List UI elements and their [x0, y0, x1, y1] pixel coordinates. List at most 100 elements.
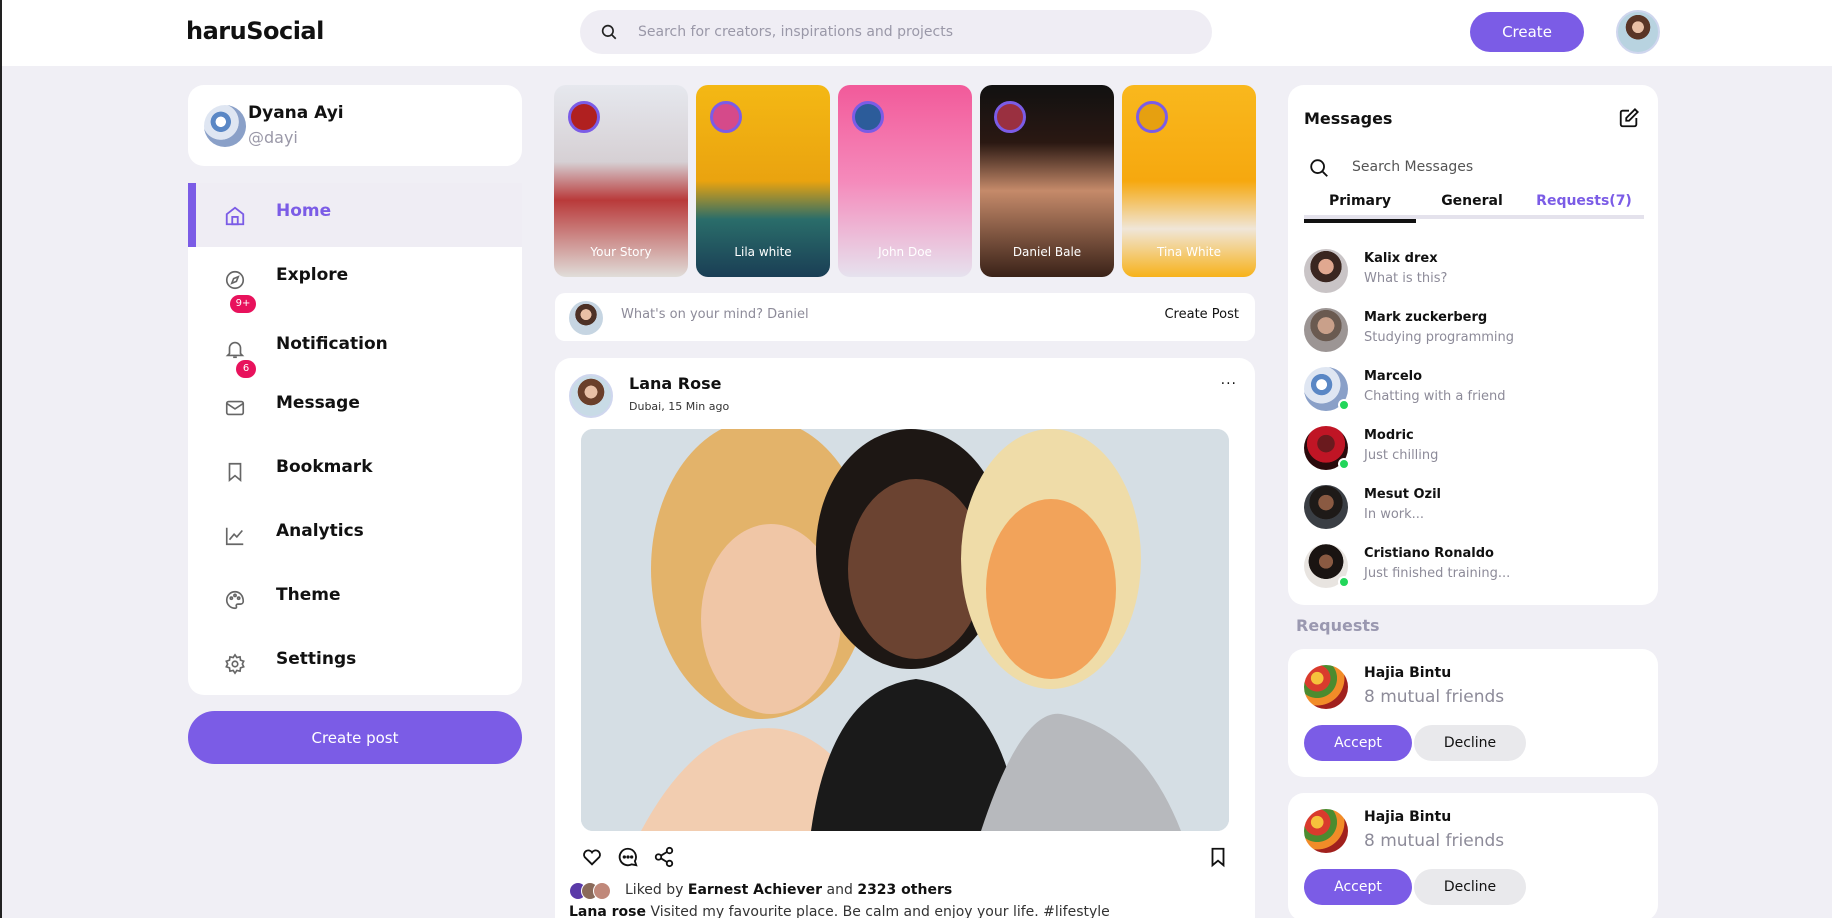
- global-search[interactable]: [580, 10, 1212, 54]
- story-name: Lila white: [734, 245, 792, 259]
- story-name: Tina White: [1157, 245, 1221, 259]
- story-avatar: [710, 101, 742, 133]
- edit-icon[interactable]: [1618, 107, 1640, 129]
- post-composer: Create Post: [555, 293, 1255, 341]
- post-author-avatar[interactable]: [569, 374, 613, 418]
- online-indicator: [1338, 399, 1350, 411]
- sidebar-item-label: Theme: [276, 585, 341, 605]
- sidebar-item-label: Message: [276, 393, 360, 413]
- global-search-input[interactable]: [638, 20, 1178, 44]
- story-name: Your Story: [590, 245, 652, 259]
- sidebar-menu: Home Explore 9+ Notification 6 Message B…: [188, 183, 522, 695]
- story-name: Daniel Bale: [1012, 245, 1082, 259]
- story-avatar: [568, 101, 600, 133]
- mail-icon: [225, 400, 245, 416]
- message-item[interactable]: Marcelo Chatting with a friend: [1304, 367, 1644, 413]
- more-options-icon[interactable]: ...: [1221, 372, 1237, 388]
- message-preview: Studying programming: [1364, 330, 1515, 345]
- liker-avatar: [593, 882, 611, 900]
- app-logo[interactable]: haruSocial: [186, 17, 324, 45]
- bookmark-icon[interactable]: [1207, 846, 1231, 870]
- sidebar-item-analytics[interactable]: Analytics: [188, 503, 522, 567]
- composer-input[interactable]: [621, 307, 1041, 322]
- requests-heading: Requests: [1296, 616, 1380, 635]
- story-card[interactable]: Daniel Bale: [980, 85, 1114, 277]
- messages-tabs: Primary General Requests(7): [1304, 193, 1644, 223]
- search-icon: [601, 24, 617, 40]
- search-icon: [1310, 159, 1328, 177]
- tab-requests[interactable]: Requests(7): [1528, 193, 1640, 219]
- message-preview: What is this?: [1364, 271, 1448, 286]
- message-sender: Marcelo: [1364, 369, 1423, 384]
- comment-icon[interactable]: [617, 846, 641, 870]
- story-card[interactable]: Your Story: [554, 85, 688, 277]
- story-card[interactable]: John Doe: [838, 85, 972, 277]
- accept-button[interactable]: Accept: [1304, 869, 1412, 905]
- liked-and: and: [826, 882, 853, 898]
- message-item[interactable]: Mark zuckerberg Studying programming: [1304, 308, 1644, 354]
- liked-others[interactable]: 2323 others: [857, 882, 952, 898]
- message-item[interactable]: Mesut Ozil In work...: [1304, 485, 1644, 531]
- story-card[interactable]: Lila white: [696, 85, 830, 277]
- heart-icon[interactable]: [581, 846, 605, 870]
- palette-icon: [226, 590, 245, 610]
- sidebar-item-explore[interactable]: Explore 9+: [188, 247, 522, 313]
- profile-avatar: [204, 105, 246, 147]
- post-author-name[interactable]: Lana Rose: [629, 374, 721, 393]
- profile-card[interactable]: Dyana Ayi @dayi: [188, 85, 522, 166]
- sidebar-item-settings[interactable]: Settings: [188, 631, 522, 695]
- messages-search[interactable]: [1308, 157, 1638, 181]
- sidebar-item-message[interactable]: Message: [188, 375, 522, 439]
- tab-general[interactable]: General: [1416, 193, 1528, 219]
- chart-icon: [225, 527, 244, 546]
- message-sender: Mark zuckerberg: [1364, 310, 1488, 325]
- create-button[interactable]: Create: [1470, 12, 1584, 52]
- messages-search-input[interactable]: [1352, 159, 1632, 175]
- compass-icon: [225, 270, 245, 290]
- create-post-link[interactable]: Create Post: [1164, 307, 1239, 322]
- messages-panel: Messages Primary General Requests(7) Kal…: [1288, 85, 1658, 605]
- profile-handle: @dayi: [248, 128, 298, 147]
- explore-badge: 9+: [230, 295, 256, 313]
- sidebar-item-theme[interactable]: Theme: [188, 567, 522, 631]
- sidebar-item-label: Bookmark: [276, 457, 373, 477]
- profile-name: Dyana Ayi: [248, 103, 344, 123]
- message-avatar: [1304, 249, 1348, 293]
- caption-author[interactable]: Lana rose: [569, 904, 646, 918]
- message-preview: Chatting with a friend: [1364, 389, 1506, 404]
- message-preview: Just chilling: [1364, 448, 1439, 463]
- request-name[interactable]: Hajia Bintu: [1364, 809, 1451, 825]
- accept-button[interactable]: Accept: [1304, 725, 1412, 761]
- sidebar-item-bookmark[interactable]: Bookmark: [188, 439, 522, 503]
- user-avatar[interactable]: [1616, 10, 1660, 54]
- sidebar-item-notification[interactable]: Notification 6: [188, 316, 522, 380]
- message-preview: Just finished training...: [1364, 566, 1511, 581]
- request-name[interactable]: Hajia Bintu: [1364, 665, 1451, 681]
- request-mutual: 8 mutual friends: [1364, 831, 1505, 851]
- sidebar-item-label: Explore: [276, 265, 349, 285]
- liked-prefix: Liked by: [625, 882, 684, 898]
- story-card[interactable]: Tina White: [1122, 85, 1256, 277]
- bookmark-icon: [228, 462, 242, 483]
- message-item[interactable]: Cristiano Ronaldo Just finished training…: [1304, 544, 1644, 590]
- message-item[interactable]: Modric Just chilling: [1304, 426, 1644, 472]
- share-icon[interactable]: [653, 846, 677, 870]
- composer-avatar: [569, 301, 603, 335]
- top-navbar: haruSocial Create: [2, 0, 1832, 66]
- message-item[interactable]: Kalix drex What is this?: [1304, 249, 1644, 295]
- sidebar-item-label: Analytics: [276, 521, 364, 541]
- create-post-button[interactable]: Create post: [188, 711, 522, 764]
- tab-primary[interactable]: Primary: [1304, 193, 1416, 223]
- message-sender: Kalix drex: [1364, 251, 1438, 266]
- sidebar-item-home[interactable]: Home: [188, 183, 522, 247]
- home-icon: [225, 206, 245, 226]
- post-image[interactable]: [581, 429, 1229, 831]
- decline-button[interactable]: Decline: [1414, 869, 1526, 905]
- sidebar-item-label: Settings: [276, 649, 357, 669]
- liked-name[interactable]: Earnest Achiever: [688, 882, 822, 898]
- decline-button[interactable]: Decline: [1414, 725, 1526, 761]
- message-preview: In work...: [1364, 507, 1425, 522]
- story-avatar: [1136, 101, 1168, 133]
- friend-request-card: Hajia Bintu 8 mutual friends Accept Decl…: [1288, 649, 1658, 777]
- gear-icon: [225, 653, 245, 675]
